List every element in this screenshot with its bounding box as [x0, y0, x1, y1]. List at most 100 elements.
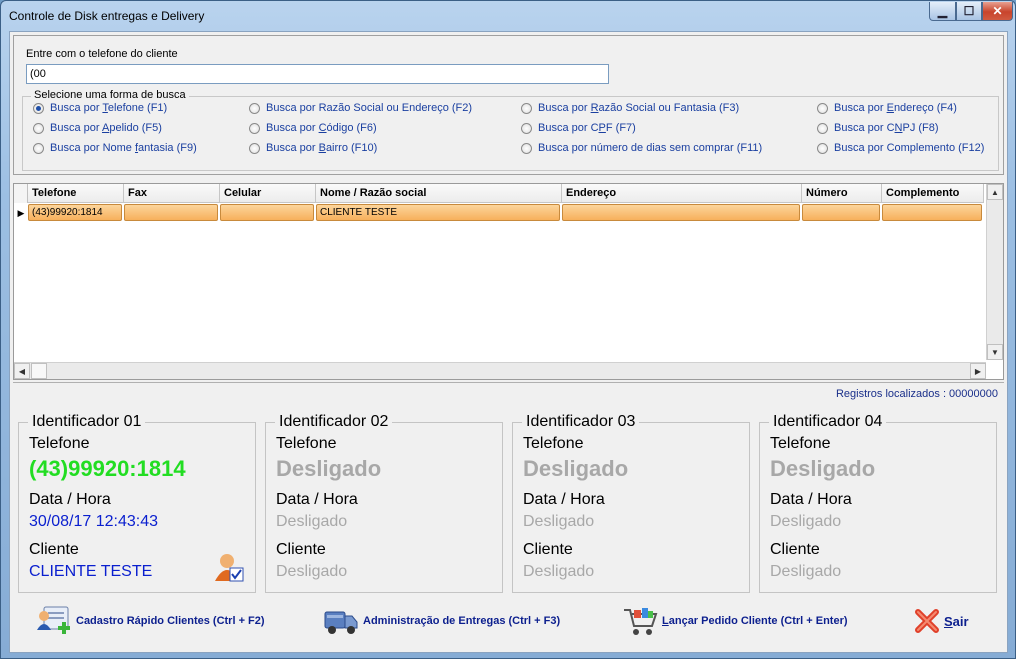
- radio-circle-icon[interactable]: [33, 122, 44, 134]
- search-option-3[interactable]: Busca por Razão Social ou Fantasia (F3): [521, 102, 739, 114]
- label-part: B: [318, 142, 326, 154]
- main-window: Controle de Disk entregas e Delivery ▁ ☐…: [0, 0, 1016, 659]
- search-option-9[interactable]: Busca por Nome fantasia (F9): [33, 142, 197, 154]
- label-part: Busca por C: [538, 122, 599, 134]
- vertical-scrollbar[interactable]: ▲ ▼: [986, 184, 1003, 360]
- label-part: pelido (F5): [109, 122, 162, 134]
- delivery-admin-button[interactable]: Administração de Entregas (Ctrl + F3): [323, 602, 560, 640]
- radio-circle-icon[interactable]: [33, 102, 44, 114]
- table-cell[interactable]: CLIENTE TESTE: [316, 204, 560, 221]
- label-part: Busca por Nome: [50, 142, 135, 154]
- scroll-down-icon[interactable]: ▼: [987, 344, 1003, 360]
- exit-button[interactable]: Sair: [914, 602, 969, 640]
- label-part: P: [598, 122, 606, 134]
- search-panel: Entre com o telefone do cliente Selecion…: [13, 35, 1004, 175]
- search-mode-group: Selecione uma forma de busca Busca por T…: [22, 89, 999, 171]
- column-header[interactable]: Endereço: [562, 184, 802, 203]
- radio-circle-icon[interactable]: [249, 122, 260, 134]
- search-option-12[interactable]: Busca por Complemento (F12): [817, 142, 984, 154]
- table-cell[interactable]: [220, 204, 314, 221]
- label-part: E: [886, 102, 894, 114]
- datetime-label: Data / Hora: [770, 491, 852, 508]
- exit-label: Sair: [944, 614, 969, 629]
- search-option-label: Busca por CNPJ (F8): [834, 122, 939, 134]
- search-option-5[interactable]: Busca por Apelido (F5): [33, 122, 162, 134]
- radio-circle-icon[interactable]: [249, 142, 260, 154]
- phone-value: Desligado: [523, 456, 629, 481]
- search-option-10[interactable]: Busca por Bairro (F10): [249, 142, 377, 154]
- table-cell[interactable]: [802, 204, 880, 221]
- search-option-8[interactable]: Busca por CNPJ (F8): [817, 122, 939, 134]
- table-cell[interactable]: [562, 204, 800, 221]
- search-option-1[interactable]: Busca por Telefone (F1): [33, 102, 167, 114]
- column-header[interactable]: Número: [802, 184, 882, 203]
- search-mode-title: Selecione uma forma de busca: [31, 89, 189, 101]
- phone-value: Desligado: [770, 456, 876, 481]
- label-part: Busca por: [538, 102, 591, 114]
- label-part: R: [590, 102, 599, 114]
- search-option-2[interactable]: Busca por Razão Social ou Endereço (F2): [249, 102, 472, 114]
- radio-circle-icon[interactable]: [817, 142, 828, 154]
- phone-value: Desligado: [276, 456, 382, 481]
- label-part: C: [318, 122, 327, 134]
- window-title: Controle de Disk entregas e Delivery: [9, 9, 205, 23]
- column-header[interactable]: Fax: [124, 184, 220, 203]
- column-header[interactable]: Complemento: [882, 184, 984, 203]
- table-cell[interactable]: [882, 204, 982, 221]
- horizontal-scrollbar[interactable]: ◀ ▶: [14, 362, 986, 379]
- label-part: Busca por: [266, 142, 319, 154]
- scroll-up-icon[interactable]: ▲: [987, 184, 1003, 200]
- maximize-button[interactable]: ☐: [956, 2, 982, 21]
- search-option-11[interactable]: Busca por número de dias sem comprar (F1…: [521, 142, 762, 154]
- client-label: Cliente: [523, 541, 573, 558]
- column-header[interactable]: Nome / Razão social: [316, 184, 562, 203]
- title-bar[interactable]: Controle de Disk entregas e Delivery ▁ ☐…: [1, 1, 1015, 31]
- search-option-4[interactable]: Busca por Endereço (F4): [817, 102, 957, 114]
- phone-value: (43)99920:1814: [29, 456, 186, 481]
- phone-label: Telefone: [770, 435, 831, 452]
- scroll-thumb[interactable]: [31, 363, 47, 379]
- close-window-button[interactable]: ✕: [982, 2, 1013, 21]
- table-row[interactable]: ▶ (43)99920:1814 CLIENTE TESTE: [14, 204, 984, 222]
- records-count: Registros localizados : 00000000: [835, 388, 998, 400]
- table-cell[interactable]: (43)99920:1814: [28, 204, 122, 221]
- label-part: elefone (F1): [107, 102, 168, 114]
- radio-circle-icon[interactable]: [817, 102, 828, 114]
- client-value: Desligado: [276, 563, 348, 580]
- phone-label: Telefone: [29, 435, 90, 452]
- label-part: Busca por: [50, 122, 102, 134]
- launch-order-button[interactable]: Lançar Pedido Cliente (Ctrl + Enter): [622, 602, 848, 640]
- client-label: Cliente: [29, 541, 79, 558]
- label-part: antasia (F9): [138, 142, 197, 154]
- identifier-panel-1: Identificador 01 Telefone (43)99920:1814 Da…: [18, 413, 256, 593]
- radio-circle-icon[interactable]: [521, 102, 532, 114]
- quick-register-button[interactable]: Cadastro Rápido Clientes (Ctrl + F2): [36, 602, 265, 640]
- clients-grid[interactable]: Telefone Fax Celular Nome / Razão social End…: [13, 183, 1004, 380]
- cliente-check-icon[interactable]: [213, 551, 245, 583]
- datetime-label: Data / Hora: [29, 491, 111, 508]
- identifier-panel-3: Identificador 03 Telefone Desligado Data / …: [512, 413, 750, 593]
- scroll-left-icon[interactable]: ◀: [14, 363, 30, 379]
- radio-circle-icon[interactable]: [249, 102, 260, 114]
- scroll-right-icon[interactable]: ▶: [970, 363, 986, 379]
- phone-input[interactable]: [26, 64, 609, 84]
- column-header[interactable]: Celular: [220, 184, 316, 203]
- close-x-icon: [915, 609, 939, 633]
- phone-label: Entre com o telefone do cliente: [26, 48, 178, 60]
- search-option-6[interactable]: Busca por Código (F6): [249, 122, 377, 134]
- radio-circle-icon[interactable]: [33, 142, 44, 154]
- search-option-label: Busca por Razão Social ou Endereço (F2): [266, 102, 472, 114]
- minimize-button[interactable]: ▁: [929, 2, 956, 21]
- client-label: Cliente: [276, 541, 326, 558]
- grid-indicator-header: [14, 184, 28, 203]
- radio-circle-icon[interactable]: [817, 122, 828, 134]
- search-option-label: Busca por CPF (F7): [538, 122, 636, 134]
- table-cell[interactable]: [124, 204, 218, 221]
- radio-circle-icon[interactable]: [521, 142, 532, 154]
- search-option-label: Busca por Bairro (F10): [266, 142, 377, 154]
- datetime-label: Data / Hora: [523, 491, 605, 508]
- radio-circle-icon[interactable]: [521, 122, 532, 134]
- search-option-7[interactable]: Busca por CPF (F7): [521, 122, 636, 134]
- column-header[interactable]: Telefone: [28, 184, 124, 203]
- search-option-label: Busca por Nome fantasia (F9): [50, 142, 197, 154]
